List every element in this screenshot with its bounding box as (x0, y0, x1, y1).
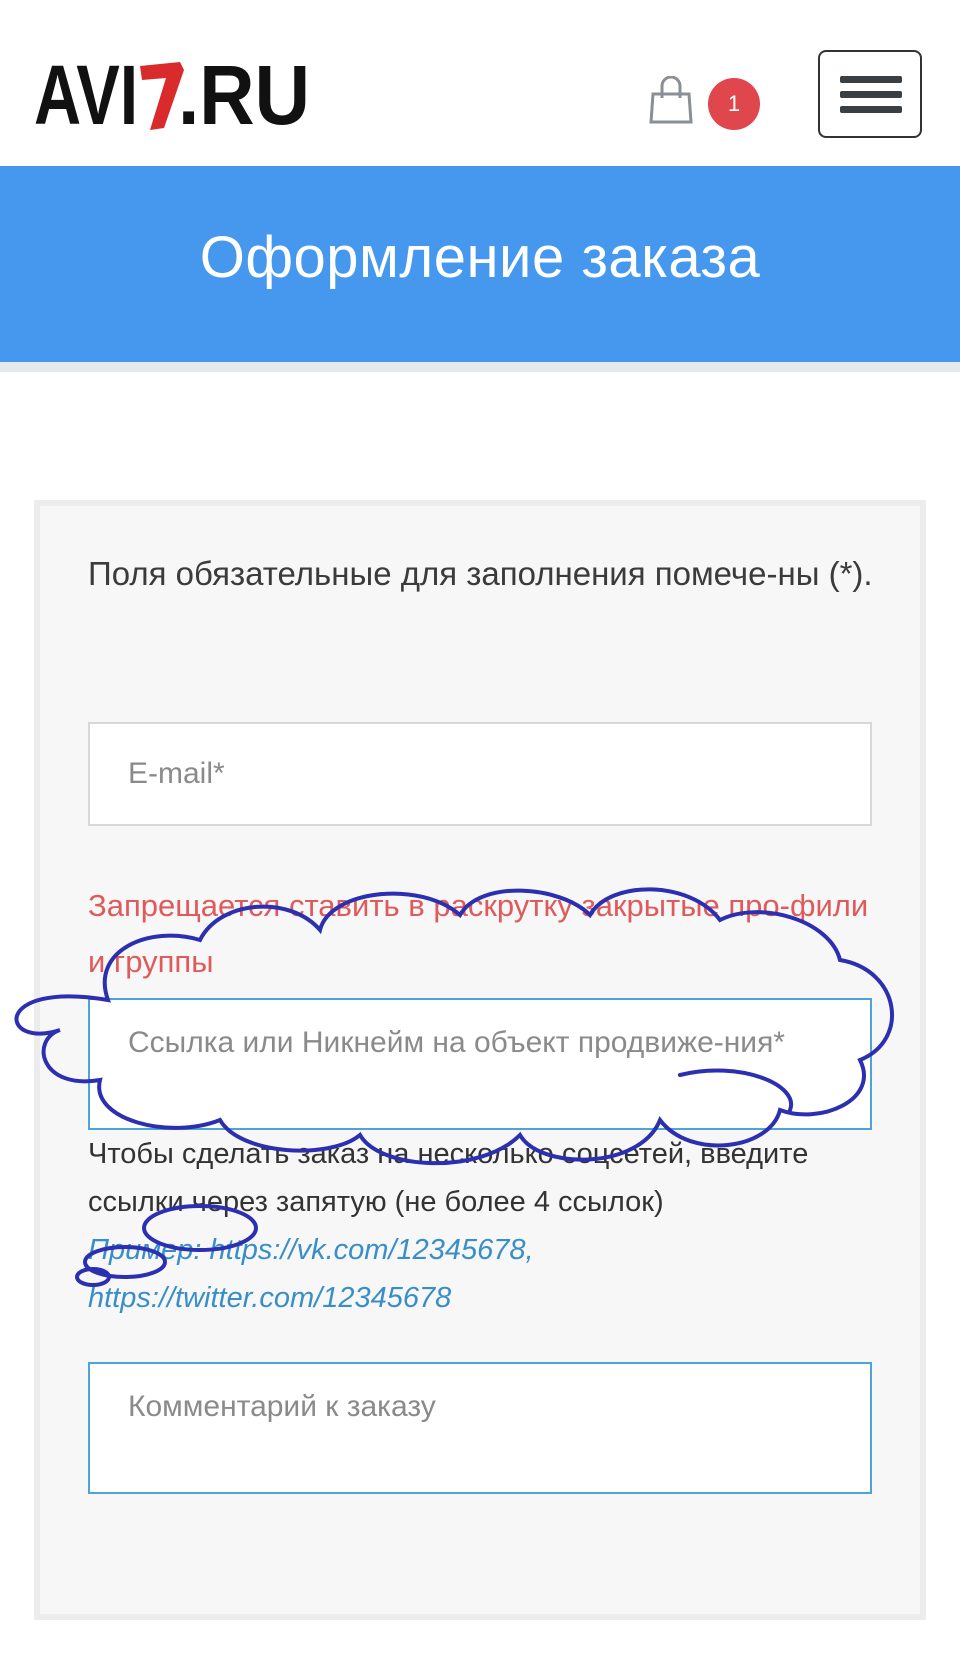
email-field[interactable]: E-mail* (88, 722, 872, 826)
menu-button[interactable] (818, 50, 922, 138)
page-banner: Оформление заказа (0, 166, 960, 372)
site-header: AVI .RU 1 (0, 0, 960, 166)
profile-link-field[interactable]: Ссылка или Никнейм на объект продвиже-ни… (88, 998, 872, 1130)
shopping-bag-icon[interactable] (648, 76, 694, 124)
required-fields-note: Поля обязательные для заполнения помече-… (88, 555, 873, 592)
svg-text:AVI: AVI (34, 48, 138, 138)
warning-text: Запрещается ставить в раскрутку закрытые… (88, 888, 869, 979)
multi-network-hint: Чтобы сделать заказ на несколько соцсете… (88, 1138, 809, 1218)
order-comment-field[interactable]: Комментарий к заказу (88, 1362, 872, 1494)
site-logo[interactable]: AVI .RU (34, 48, 314, 138)
cart-count-badge: 1 (708, 78, 760, 130)
hamburger-menu-icon (840, 76, 902, 83)
svg-text:.RU: .RU (178, 48, 310, 138)
example-links[interactable]: Пример: https://vk.com/12345678, https:/… (88, 1226, 878, 1322)
page-title: Оформление заказа (199, 225, 761, 290)
